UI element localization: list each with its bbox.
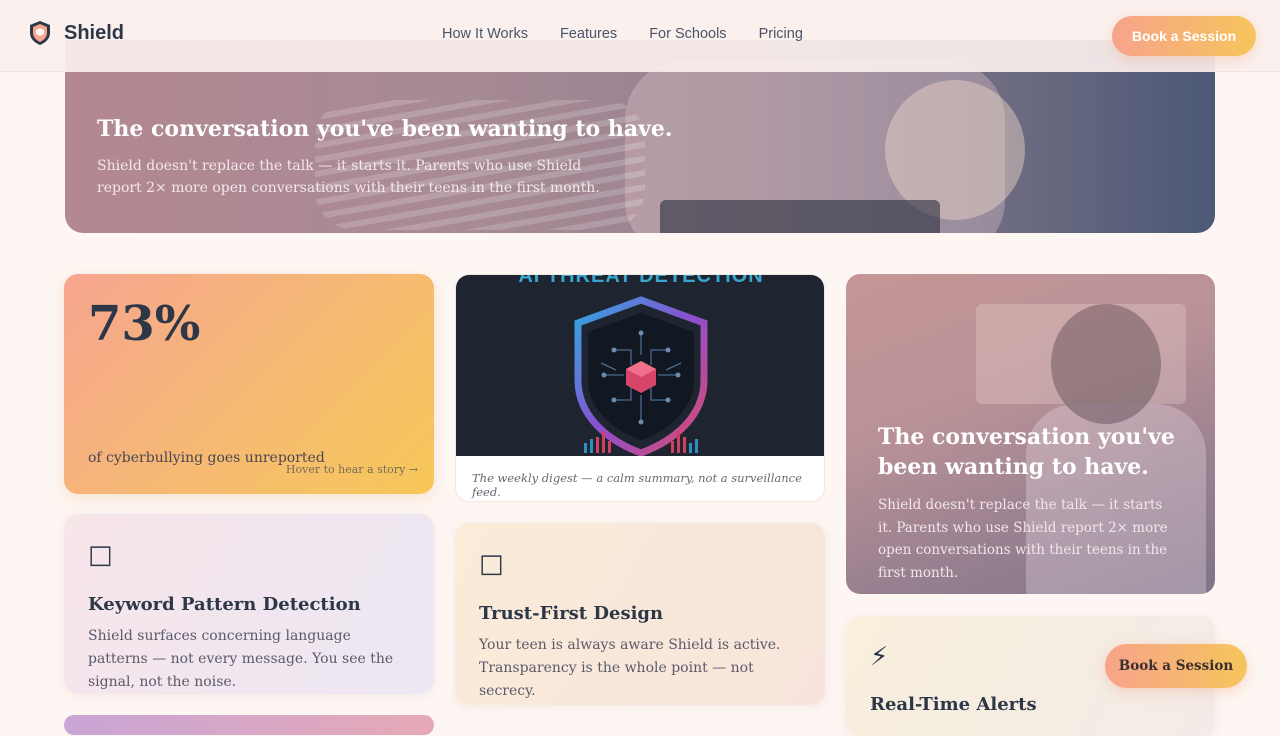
- lightning-icon: ⚡: [870, 642, 889, 672]
- nav-link-for-schools[interactable]: For Schools: [649, 26, 726, 42]
- feature-card-partial: [64, 715, 434, 735]
- missing-glyph-icon: □: [479, 549, 504, 579]
- brand[interactable]: Shield: [28, 20, 124, 46]
- shield-circuit-icon: [574, 296, 708, 456]
- feature-card-trust-first: □ Trust-First Design Your teen is always…: [455, 523, 825, 705]
- brand-name: Shield: [64, 21, 125, 44]
- missing-glyph-icon: □: [88, 540, 113, 570]
- stat-value: 73%: [88, 296, 201, 352]
- hero-title: The conversation you've been wanting to …: [97, 116, 673, 142]
- nav-links: How It Works Features For Schools Pricin…: [442, 26, 803, 42]
- threat-detection-image: AI THREAT DETECTION: [456, 275, 824, 456]
- hero-subtitle: Shield doesn't replace the talk — it sta…: [97, 158, 600, 196]
- floating-book-session-button[interactable]: Book a Session: [1105, 644, 1247, 688]
- digest-image-card: AI THREAT DETECTION The weekly digest — …: [455, 274, 825, 502]
- feature-card-keyword-detection: □ Keyword Pattern Detection Shield surfa…: [64, 514, 434, 694]
- feature-title: Trust-First Design: [479, 603, 664, 624]
- photo-shape: [1051, 304, 1161, 424]
- feature-title: Keyword Pattern Detection: [88, 594, 361, 615]
- photo-card-subtitle: Shield doesn't replace the talk — it sta…: [878, 497, 1168, 581]
- nav-link-how-it-works[interactable]: How It Works: [442, 26, 528, 42]
- stat-card[interactable]: 73% of cyberbullying goes unreported Hov…: [64, 274, 434, 494]
- hover-hint: Hover to hear a story →: [285, 463, 418, 476]
- shield-logo-icon: [30, 21, 50, 45]
- top-nav: Shield How It Works Features For Schools…: [0, 0, 1280, 72]
- nav-link-pricing[interactable]: Pricing: [759, 26, 803, 42]
- hero-photo-shape: [885, 80, 1025, 220]
- photo-story-card[interactable]: The conversation you've been wanting to …: [846, 274, 1215, 594]
- image-caption: The weekly digest — a calm summary, not …: [472, 471, 802, 499]
- feature-description: Shield surfaces concerning language patt…: [88, 628, 394, 690]
- book-session-button[interactable]: Book a Session: [1112, 16, 1256, 56]
- hero-photo-shape: [660, 200, 940, 233]
- feature-title: Real-Time Alerts: [870, 694, 1037, 715]
- nav-link-features[interactable]: Features: [560, 26, 617, 42]
- photo-card-title: The conversation you've been wanting to …: [878, 424, 1175, 480]
- image-text: AI THREAT DETECTION: [518, 275, 764, 287]
- feature-description: Your teen is always aware Shield is acti…: [479, 637, 781, 699]
